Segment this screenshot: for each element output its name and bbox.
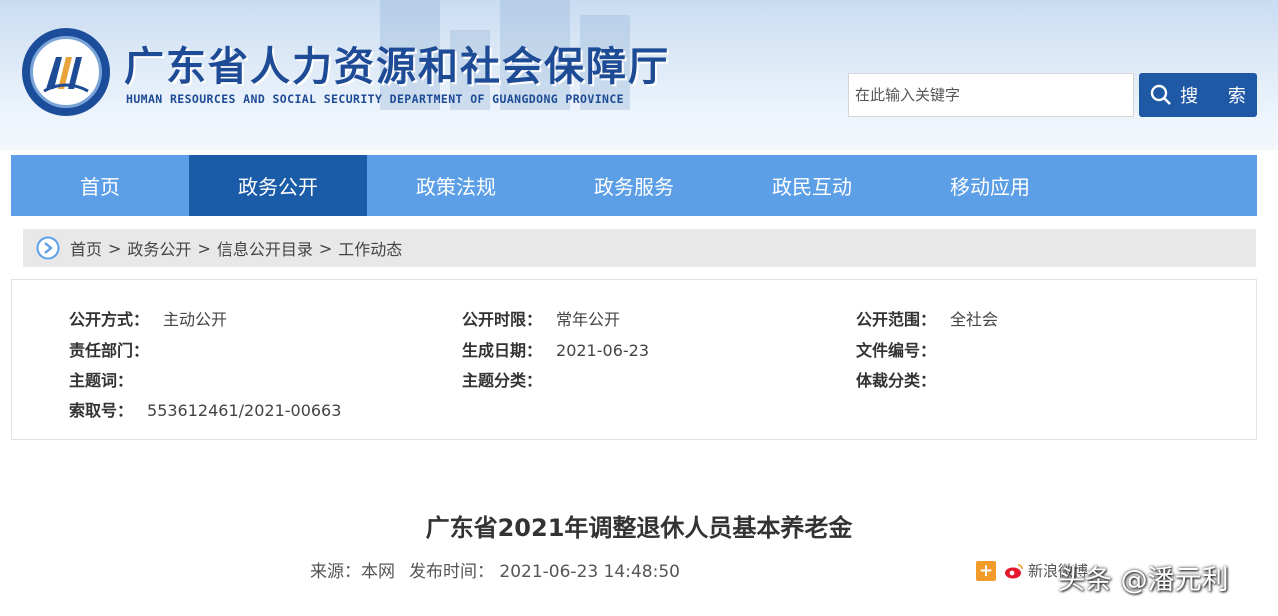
info-label: 主题词： bbox=[69, 371, 134, 390]
info-public-scope: 公开范围： 全社会 bbox=[856, 306, 998, 330]
article-meta: 来源：本网 发布时间： 2021-06-23 14:48:50 bbox=[310, 557, 680, 582]
nav-item-government-affairs[interactable]: 政务公开 bbox=[189, 155, 367, 216]
department-logo[interactable] bbox=[22, 28, 110, 116]
breadcrumb: 首页 > 政务公开 > 信息公开目录 > 工作动态 bbox=[23, 229, 1256, 267]
site-title: 广东省人力资源和社会保障厅 bbox=[124, 43, 670, 90]
breadcrumb-separator: > bbox=[197, 238, 211, 258]
breadcrumb-work-news[interactable]: 工作动态 bbox=[338, 236, 402, 260]
watermark-text: 头条 @潘元利 bbox=[1058, 565, 1229, 596]
info-created-date: 生成日期： 2021-06-23 bbox=[462, 337, 649, 361]
info-value: 主动公开 bbox=[163, 310, 228, 329]
info-label: 文件编号： bbox=[856, 341, 937, 360]
article-source: 来源：本网 bbox=[310, 562, 395, 582]
breadcrumb-home[interactable]: 首页 bbox=[70, 236, 102, 260]
info-subject-category: 主题分类： bbox=[462, 367, 542, 391]
search-button-label: 搜 索 bbox=[1180, 86, 1258, 107]
share-more-button[interactable]: + bbox=[976, 560, 996, 581]
nav-item-services[interactable]: 政务服务 bbox=[545, 155, 723, 216]
nav-item-home[interactable]: 首页 bbox=[11, 155, 189, 216]
info-label: 公开范围： bbox=[856, 310, 937, 329]
info-label: 体裁分类： bbox=[856, 371, 937, 390]
info-value: 常年公开 bbox=[556, 310, 621, 329]
article-title: 广东省2021年调整退休人员基本养老金 bbox=[425, 514, 853, 542]
info-public-method: 公开方式： 主动公开 bbox=[69, 306, 227, 330]
nav-item-policies[interactable]: 政策法规 bbox=[367, 155, 545, 216]
document-info-panel: 公开方式： 主动公开 公开时限： 常年公开 公开范围： 全社会 责任部门： 生成日期：… bbox=[11, 279, 1257, 440]
nav-item-mobile-apps[interactable]: 移动应用 bbox=[901, 155, 1079, 216]
info-label: 索取号： bbox=[69, 401, 134, 420]
info-label: 主题分类： bbox=[462, 371, 543, 390]
info-genre: 体裁分类： bbox=[856, 367, 936, 391]
site-subtitle: HUMAN RESOURCES AND SOCIAL SECURITY DEPA… bbox=[126, 92, 625, 106]
info-label: 公开方式： bbox=[69, 310, 150, 329]
site-header: 广东省人力资源和社会保障厅 HUMAN RESOURCES AND SOCIAL… bbox=[0, 0, 1278, 150]
info-department: 责任部门： bbox=[69, 337, 149, 361]
info-doc-number: 文件编号： bbox=[856, 337, 936, 361]
info-label: 公开时限： bbox=[462, 310, 543, 329]
main-nav: 首页 政务公开 政策法规 政务服务 政民互动 移动应用 bbox=[11, 155, 1257, 216]
search-icon bbox=[1150, 84, 1172, 105]
breadcrumb-government-affairs[interactable]: 政务公开 bbox=[127, 236, 191, 260]
info-public-period: 公开时限： 常年公开 bbox=[462, 306, 620, 330]
breadcrumb-separator: > bbox=[318, 238, 333, 258]
search-button[interactable]: 搜 索 bbox=[1139, 73, 1257, 117]
info-value: 553612461/2021-00663 bbox=[147, 401, 342, 420]
nav-item-interaction[interactable]: 政民互动 bbox=[723, 155, 901, 216]
logo-emblem-icon bbox=[30, 36, 102, 108]
info-index-number: 索取号： 553612461/2021-00663 bbox=[69, 397, 341, 421]
breadcrumb-info-catalog[interactable]: 信息公开目录 bbox=[217, 236, 313, 260]
location-arrow-icon bbox=[36, 236, 60, 260]
info-label: 责任部门： bbox=[69, 341, 150, 360]
article-publish-time: 发布时间： 2021-06-23 14:48:50 bbox=[409, 562, 680, 582]
info-subject-words: 主题词： bbox=[69, 367, 133, 391]
info-value: 2021-06-23 bbox=[556, 341, 649, 360]
info-label: 生成日期： bbox=[462, 341, 543, 360]
weibo-icon bbox=[1005, 563, 1023, 578]
info-value: 全社会 bbox=[950, 310, 999, 329]
breadcrumb-separator: > bbox=[108, 238, 122, 258]
search-input[interactable] bbox=[848, 73, 1134, 117]
